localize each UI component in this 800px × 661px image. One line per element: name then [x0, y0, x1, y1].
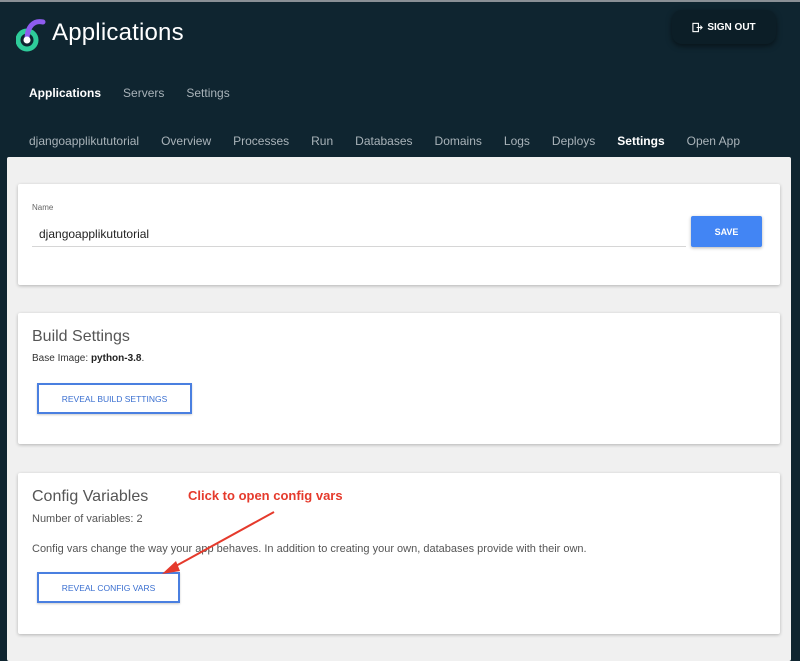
- logo-icon: [16, 19, 46, 52]
- tab-logs[interactable]: Logs: [504, 134, 530, 148]
- base-image-value: python-3.8: [90, 353, 142, 364]
- base-image-suffix: .: [141, 353, 145, 364]
- reveal-config-vars-button[interactable]: REVEAL CONFIG VARS: [37, 572, 180, 603]
- config-variables-title: Config Variables: [32, 488, 149, 505]
- sign-out-icon: [692, 22, 704, 32]
- base-image-label: Base Image:: [32, 353, 89, 364]
- build-settings-title: Build Settings: [32, 328, 130, 345]
- base-image-text: Base Image: python-3.8.: [32, 353, 144, 364]
- main-nav-applications[interactable]: Applications: [29, 86, 101, 100]
- main-nav-servers[interactable]: Servers: [123, 86, 164, 100]
- tab-databases[interactable]: Databases: [355, 134, 412, 148]
- config-vars-description: Config vars change the way your app beha…: [32, 543, 587, 555]
- tab-settings[interactable]: Settings: [617, 134, 664, 148]
- tab-open-app[interactable]: Open App: [687, 134, 740, 148]
- tab-app-name[interactable]: djangoapplikututorial: [29, 134, 139, 148]
- name-field-label: Name: [32, 203, 54, 212]
- config-var-count: Number of variables: 2: [32, 513, 143, 525]
- settings-content: Name SAVE Build Settings Base Image: pyt…: [7, 157, 791, 661]
- config-variables-card: Config Variables Number of variables: 2 …: [18, 473, 780, 634]
- page-title: Applications: [52, 19, 184, 46]
- sign-out-button[interactable]: SIGN OUT: [672, 10, 776, 44]
- app-sub-nav: djangoapplikututorial Overview Processes…: [29, 134, 740, 148]
- app-header: Applications SIGN OUT Applications Serve…: [0, 2, 800, 157]
- main-nav: Applications Servers Settings: [29, 86, 230, 100]
- tab-domains[interactable]: Domains: [435, 134, 482, 148]
- annotation-text: Click to open config vars: [188, 488, 343, 503]
- tab-overview[interactable]: Overview: [161, 134, 211, 148]
- reveal-build-settings-button[interactable]: REVEAL BUILD SETTINGS: [37, 383, 192, 414]
- tab-processes[interactable]: Processes: [233, 134, 289, 148]
- name-input[interactable]: [32, 221, 686, 247]
- tab-run[interactable]: Run: [311, 134, 333, 148]
- sign-out-label: SIGN OUT: [707, 21, 756, 33]
- build-settings-card: Build Settings Base Image: python-3.8. R…: [18, 313, 780, 444]
- main-nav-settings[interactable]: Settings: [186, 86, 229, 100]
- name-card: Name SAVE: [18, 184, 780, 285]
- tab-deploys[interactable]: Deploys: [552, 134, 595, 148]
- save-button[interactable]: SAVE: [691, 216, 762, 247]
